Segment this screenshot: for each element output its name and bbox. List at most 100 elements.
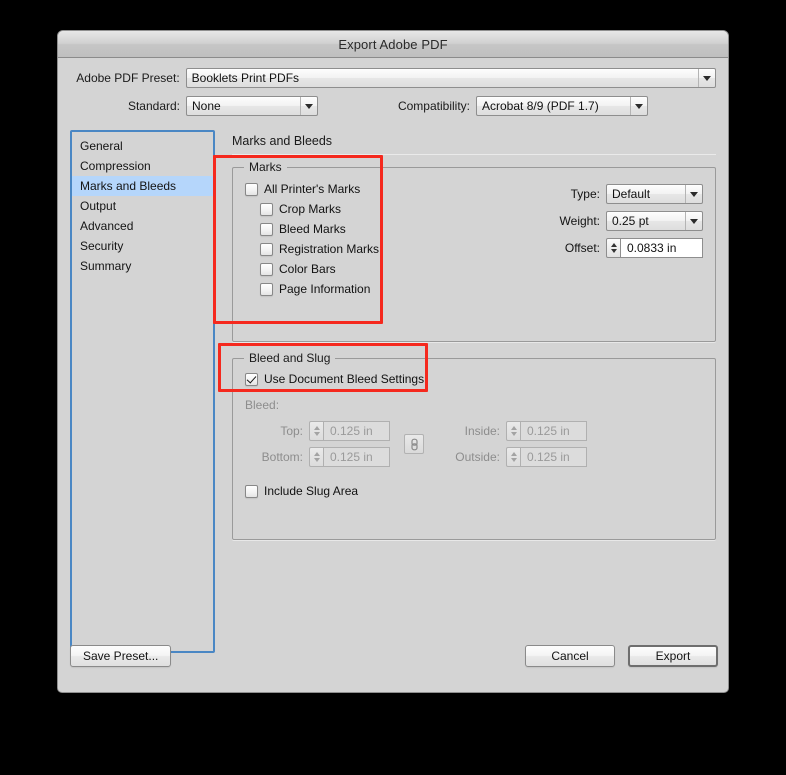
checkbox-crop-marks[interactable]: Crop Marks [260,202,485,216]
compatibility-label: Compatibility: [397,99,470,113]
marks-type-value: Default [612,187,651,201]
marks-group: Marks All Printer's Marks Crop Marks Ble… [232,160,716,342]
bleed-inside-stepper[interactable] [506,421,521,441]
bleed-bottom-stepper[interactable] [309,447,324,467]
offset-label: Offset: [564,241,600,255]
dialog-titlebar: Export Adobe PDF [58,31,728,58]
stepper-up-icon [510,426,517,431]
marks-type-dropdown[interactable]: Default [606,184,703,204]
checkbox-all-printers-marks[interactable]: All Printer's Marks [245,182,485,196]
compatibility-dropdown[interactable]: Acrobat 8/9 (PDF 1.7) [476,96,648,116]
sidebar-item-marks-and-bleeds[interactable]: Marks and Bleeds [72,176,213,196]
preset-settings-area: Adobe PDF Preset: Booklets Print PDFs St… [58,58,728,130]
bleed-top-input[interactable]: 0.125 in [324,421,390,441]
sidebar-item-summary[interactable]: Summary [72,256,213,276]
checkbox-use-document-bleed-settings[interactable]: Use Document Bleed Settings [245,372,703,386]
type-label: Type: [570,187,600,201]
bleed-top-stepper[interactable] [309,421,324,441]
checkbox-color-bars[interactable]: Color Bars [260,262,485,276]
weight-label: Weight: [559,214,600,228]
marks-type-row: Type: Default [485,184,703,204]
checkbox-registration-marks[interactable]: Registration Marks [260,242,485,256]
checkbox-label: Crop Marks [279,202,342,216]
marks-and-bleeds-panel: Marks and Bleeds Marks All Printer's Mar… [215,130,716,653]
checkbox-icon [260,202,273,216]
dialog-title: Export Adobe PDF [338,36,448,52]
checkbox-icon [260,222,273,236]
bleed-top-row: Top: 0.125 in [245,421,390,441]
sidebar-item-advanced[interactable]: Advanced [72,216,213,236]
sidebar-item-compression[interactable]: Compression [72,156,213,176]
checkbox-label: Use Document Bleed Settings [264,372,425,386]
marks-weight-row: Weight: 0.25 pt [485,211,703,231]
bleed-bottom-row: Bottom: 0.125 in [245,447,390,467]
bleed-inside-label: Inside: [464,424,500,438]
save-preset-button[interactable]: Save Preset... [70,645,172,667]
bleed-and-slug-group: Bleed and Slug Use Document Bleed Settin… [232,351,716,540]
checkbox-icon [245,372,258,386]
chevron-down-icon [630,97,647,115]
adobe-pdf-preset-value: Booklets Print PDFs [191,71,300,85]
export-button[interactable]: Export [628,645,718,667]
bleed-bottom-label: Bottom: [261,450,303,464]
standard-label: Standard: [127,99,180,113]
link-chain-icon[interactable] [404,434,424,454]
compatibility-value: Acrobat 8/9 (PDF 1.7) [482,99,599,113]
bleed-and-slug-group-title: Bleed and Slug [244,351,336,365]
bleed-top-label: Top: [280,424,303,438]
standard-compatibility-row: Standard: None Compatibility: Acrobat 8/… [70,96,716,116]
stepper-up-icon [510,452,517,457]
chevron-down-icon [685,212,702,230]
chevron-down-icon [685,185,702,203]
bleed-inside-row: Inside: 0.125 in [438,421,587,441]
chevron-down-icon [698,69,715,87]
bleed-left-fields: Top: 0.125 in Bottom: 0.125 in [245,421,390,467]
sidebar-item-output[interactable]: Output [72,196,213,216]
bleed-outside-label: Outside: [455,450,500,464]
stepper-down-icon [313,457,320,462]
dialog-footer: Save Preset... Cancel Export [58,639,728,691]
marks-weight-value: 0.25 pt [612,214,649,228]
checkbox-icon [260,282,273,296]
checkbox-icon [245,484,258,498]
sidebar-item-security[interactable]: Security [72,236,213,256]
dialog-body: Adobe PDF Preset: Booklets Print PDFs St… [58,58,728,691]
adobe-pdf-preset-row: Adobe PDF Preset: Booklets Print PDFs [70,68,716,88]
bleed-right-fields: Inside: 0.125 in Outside: 0.125 in [438,421,587,467]
chevron-down-icon [300,97,317,115]
stepper-down-icon [610,248,617,253]
offset-stepper[interactable] [606,238,621,258]
stepper-up-icon [610,243,617,248]
marks-offset-row: Offset: 0.0833 in [485,238,703,258]
adobe-pdf-preset-dropdown[interactable]: Booklets Print PDFs [185,68,716,88]
bleed-bottom-input[interactable]: 0.125 in [324,447,390,467]
page-title: Marks and Bleeds [232,134,333,148]
cancel-button[interactable]: Cancel [525,645,615,667]
marks-options-column: Type: Default Weight: 0.25 pt Offset: 0.… [485,182,703,302]
standard-dropdown[interactable]: None [186,96,318,116]
dialog-content: General Compression Marks and Bleeds Out… [58,130,728,653]
adobe-pdf-preset-label: Adobe PDF Preset: [76,71,180,85]
marks-weight-dropdown[interactable]: 0.25 pt [606,211,703,231]
checkbox-label: Page Information [279,282,371,296]
settings-category-list[interactable]: General Compression Marks and Bleeds Out… [70,130,215,653]
checkbox-icon [260,262,273,276]
checkbox-bleed-marks[interactable]: Bleed Marks [260,222,485,236]
bleed-section-label: Bleed: [245,398,280,412]
checkbox-include-slug-area[interactable]: Include Slug Area [245,484,703,498]
stepper-down-icon [313,431,320,436]
bleed-outside-input[interactable]: 0.125 in [521,447,587,467]
checkbox-label: All Printer's Marks [264,182,361,196]
checkbox-page-information[interactable]: Page Information [260,282,485,296]
checkbox-label: Include Slug Area [264,484,359,498]
sidebar-item-general[interactable]: General [72,136,213,156]
bleed-inside-input[interactable]: 0.125 in [521,421,587,441]
export-adobe-pdf-dialog: Export Adobe PDF Adobe PDF Preset: Bookl… [57,30,729,693]
checkbox-icon [245,182,258,196]
offset-input[interactable]: 0.0833 in [621,238,703,258]
bleed-outside-stepper[interactable] [506,447,521,467]
stepper-down-icon [510,431,517,436]
checkbox-label: Bleed Marks [279,222,346,236]
screen: Export Adobe PDF Adobe PDF Preset: Bookl… [0,0,786,775]
stepper-up-icon [313,452,320,457]
